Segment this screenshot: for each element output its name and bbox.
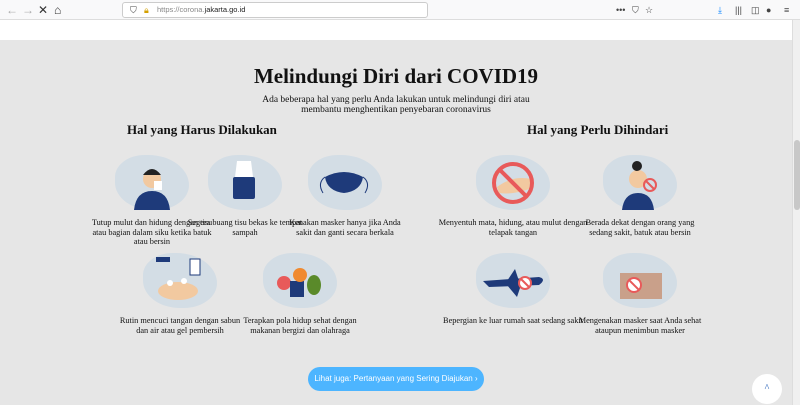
- shield-icon[interactable]: ⛉: [130, 4, 137, 16]
- dont-item: Bepergian ke luar rumah saat sedang saki…: [438, 253, 588, 326]
- site-header: [0, 20, 792, 40]
- forward-icon[interactable]: →: [22, 3, 34, 17]
- back-to-top-button[interactable]: ^: [752, 374, 782, 404]
- do-item: Rutin mencuci tangan dengan sabun dan ai…: [118, 253, 242, 335]
- dont-item-text: Bepergian ke luar rumah saat sedang saki…: [443, 316, 583, 325]
- do-heading: Hal yang Harus Dilakukan: [127, 122, 277, 137]
- dont-item-text: Berada dekat dengan orang yang sedang sa…: [585, 218, 695, 237]
- do-item: Kenakan masker hanya jika Anda sakit dan…: [283, 155, 407, 237]
- account-icon[interactable]: ●: [766, 4, 771, 16]
- no-mask-hoarding-icon: [620, 273, 662, 299]
- do-item-text: Terapkan pola hidup sehat dengan makanan…: [243, 316, 357, 335]
- do-item: Terapkan pola hidup sehat dengan makanan…: [238, 253, 362, 335]
- download-icon[interactable]: ⤓: [718, 4, 722, 16]
- do-item-text: Rutin mencuci tangan dengan sabun dan ai…: [119, 316, 241, 335]
- faq-button[interactable]: Lihat juga: Pertanyaan yang Sering Diaju…: [308, 367, 484, 391]
- cough-tissue-icon: [134, 169, 170, 210]
- menu-icon[interactable]: ≡: [784, 4, 789, 16]
- dont-item-text: Menyentuh mata, hidung, atau mulut denga…: [438, 218, 588, 237]
- scrollbar[interactable]: [792, 20, 800, 405]
- no-travel-icon: [483, 269, 543, 297]
- pocket-icon[interactable]: ⛉: [632, 4, 639, 16]
- url-domain: jakarta.go.id: [204, 5, 246, 14]
- dont-item-text: Mengenakan masker saat Anda sehat ataupu…: [578, 316, 702, 335]
- face-mask-icon: [319, 172, 369, 194]
- dont-item: Menyentuh mata, hidung, atau mulut denga…: [438, 155, 588, 237]
- page-title: Melindungi Diri dari COVID19: [253, 64, 539, 88]
- lock-warning-icon[interactable]: 🔒︎: [144, 4, 149, 16]
- hand-wash-icon: [156, 257, 201, 300]
- back-icon[interactable]: ←: [6, 3, 18, 17]
- sidebar-icon[interactable]: ◫: [751, 4, 760, 16]
- stop-icon[interactable]: ✕: [38, 3, 48, 17]
- library-icon[interactable]: |||: [735, 4, 742, 16]
- scrollbar-thumb[interactable]: [794, 140, 800, 210]
- page-subtitle: Ada beberapa hal yang perlu Anda lakukan…: [262, 95, 530, 115]
- no-close-contact-icon: [622, 161, 657, 210]
- dont-item: Berada dekat dengan orang yang sedang sa…: [578, 155, 702, 237]
- more-icon[interactable]: •••: [616, 4, 625, 16]
- bookmark-star-icon[interactable]: ☆: [645, 4, 653, 16]
- dont-item: Mengenakan masker saat Anda sehat ataupu…: [578, 253, 702, 335]
- browser-toolbar: ← → ✕ ⌂ https://corona.jakarta.go.id ⛉ 🔒…: [0, 0, 800, 20]
- chevron-up-icon: ^: [764, 383, 770, 394]
- do-item-text: Kenakan masker hanya jika Anda sakit dan…: [289, 218, 401, 237]
- no-touch-face-icon: [492, 162, 534, 204]
- url-prefix: https://corona.: [157, 5, 205, 14]
- tissue-box-icon: [233, 161, 255, 199]
- healthy-food-icon: [277, 268, 321, 297]
- dont-heading: Hal yang Perlu Dihindari: [527, 122, 669, 137]
- home-icon[interactable]: ⌂: [54, 3, 61, 17]
- address-bar[interactable]: https://corona.jakarta.go.id: [122, 2, 428, 18]
